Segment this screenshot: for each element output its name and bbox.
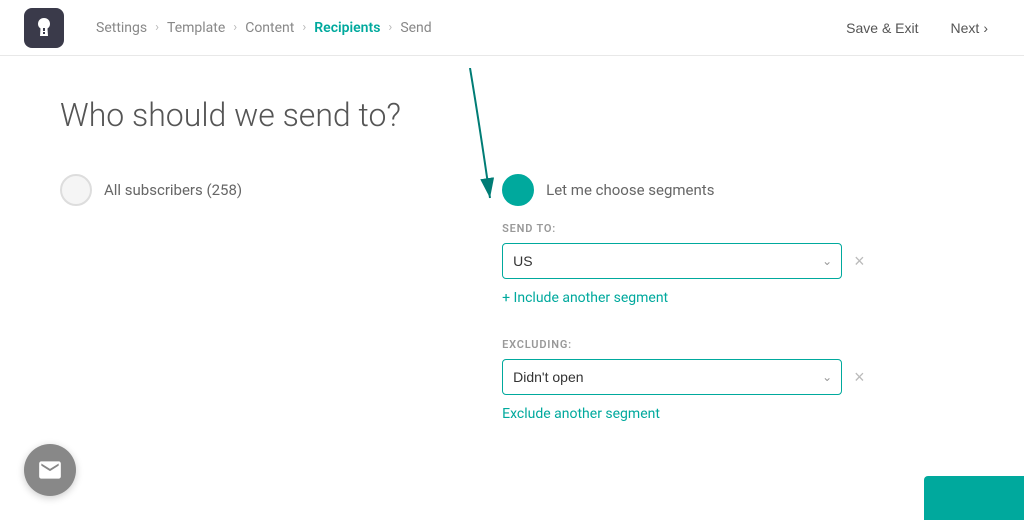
send-to-section: SEND TO: US UK Canada Australia Europe ⌄… [502, 222, 869, 330]
send-to-label: SEND TO: [502, 222, 869, 235]
save-exit-button[interactable]: Save & Exit [834, 14, 930, 42]
logo-icon [32, 16, 56, 40]
breadcrumb-content[interactable]: Content [245, 20, 294, 36]
excluding-section: EXCLUDING: Didn't open Bounced Unsubscri… [502, 338, 869, 446]
main-content: Who should we send to? All subscribers (… [0, 56, 1024, 486]
next-button[interactable]: Next › [939, 14, 1000, 42]
chevron-icon-1: › [155, 20, 159, 35]
send-to-row: US UK Canada Australia Europe ⌄ × [502, 243, 869, 279]
mail-fab-button[interactable] [24, 444, 76, 496]
exclude-segment-link[interactable]: Exclude another segment [502, 406, 660, 422]
breadcrumb-template[interactable]: Template [167, 20, 225, 36]
include-segment-link[interactable]: + Include another segment [502, 290, 668, 306]
all-subscribers-option[interactable]: All subscribers (258) [60, 174, 242, 206]
choose-segments-radio[interactable] [502, 174, 534, 206]
page-title: Who should we send to? [60, 96, 964, 134]
chevron-icon-4: › [388, 20, 392, 35]
options-row: All subscribers (258) Let me choose segm… [60, 174, 964, 446]
breadcrumb-send[interactable]: Send [400, 20, 431, 36]
next-chevron-icon: › [983, 20, 988, 36]
chevron-icon-3: › [302, 20, 306, 35]
excluding-row: Didn't open Bounced Unsubscribed Complai… [502, 359, 869, 395]
send-to-select-wrapper: US UK Canada Australia Europe ⌄ [502, 243, 842, 279]
breadcrumb-recipients[interactable]: Recipients [314, 20, 380, 36]
mail-icon [37, 457, 63, 483]
next-fab-button[interactable] [924, 476, 1024, 520]
choose-segments-label: Let me choose segments [546, 181, 714, 199]
choose-segments-option: Let me choose segments SEND TO: US UK Ca… [502, 174, 869, 446]
choose-segments-header: Let me choose segments [502, 174, 869, 206]
excluding-select[interactable]: Didn't open Bounced Unsubscribed Complai… [502, 359, 842, 395]
all-subscribers-label: All subscribers (258) [104, 181, 242, 199]
excluding-label: EXCLUDING: [502, 338, 869, 351]
all-subscribers-radio[interactable] [60, 174, 92, 206]
send-to-select[interactable]: US UK Canada Australia Europe [502, 243, 842, 279]
breadcrumb: Settings › Template › Content › Recipien… [96, 20, 834, 36]
header-actions: Save & Exit Next › [834, 14, 1000, 42]
header: Settings › Template › Content › Recipien… [0, 0, 1024, 56]
excluding-close-button[interactable]: × [850, 368, 869, 386]
breadcrumb-settings[interactable]: Settings [96, 20, 147, 36]
excluding-select-wrapper: Didn't open Bounced Unsubscribed Complai… [502, 359, 842, 395]
send-to-close-button[interactable]: × [850, 252, 869, 270]
chevron-icon-2: › [233, 20, 237, 35]
app-logo[interactable] [24, 8, 64, 48]
